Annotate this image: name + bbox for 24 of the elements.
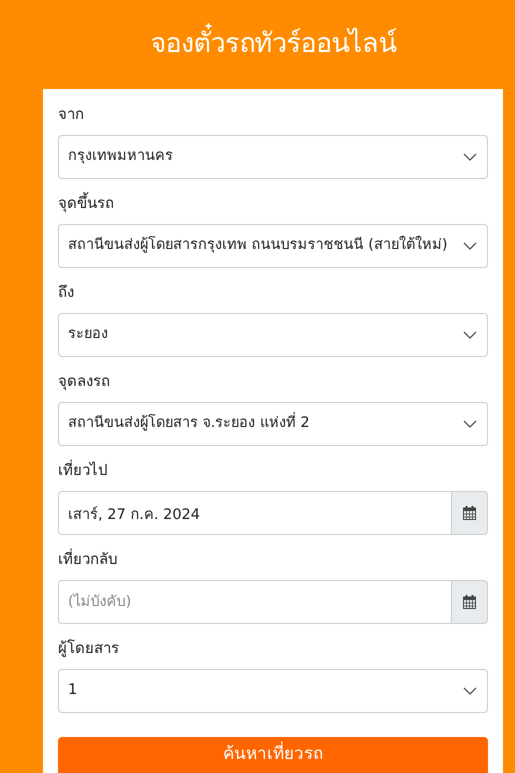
dropdown-field[interactable]: สถานีขนส่งผู้โดยสารกรุงเทพ ถนนบรมราชชนนี (สายใต้ใหม่) — [58, 224, 488, 268]
field-label: จาก — [58, 104, 85, 125]
field-label: เที่ยวไป — [58, 459, 109, 481]
field-label: จุดขึ้นรถ — [58, 192, 115, 214]
chevron-down-icon — [463, 242, 477, 250]
page-title: จองตั๋วรถทัวร์ออนไลน์ — [150, 24, 396, 65]
date-field[interactable]: เสาร์, 27 ก.ค. 2024 — [58, 491, 452, 535]
chevron-down-icon — [463, 330, 477, 340]
date-field[interactable]: (ไม่บังคับ) — [58, 580, 452, 624]
field-label: ผู้โดยสาร — [58, 638, 120, 659]
field-label: เที่ยวกลับ — [58, 548, 119, 570]
dropdown-field[interactable]: กรุงเทพมหานคร — [58, 135, 488, 179]
field-label: ถึง — [58, 282, 75, 303]
chevron-down-icon — [463, 686, 477, 696]
dropdown-field[interactable]: 1 — [58, 669, 488, 713]
chevron-down-icon — [463, 152, 477, 162]
dropdown-field[interactable]: สถานีขนส่งผู้โดยสาร จ.ระยอง แห่งที่ 2 — [58, 402, 488, 446]
calendar-icon — [463, 506, 476, 520]
calendar-button[interactable] — [452, 580, 488, 624]
field-label: จุดลงรถ — [58, 371, 111, 392]
dropdown-field[interactable]: ระยอง — [58, 313, 488, 357]
calendar-button[interactable] — [452, 491, 488, 535]
chevron-down-icon — [463, 420, 477, 428]
calendar-icon — [463, 595, 476, 609]
